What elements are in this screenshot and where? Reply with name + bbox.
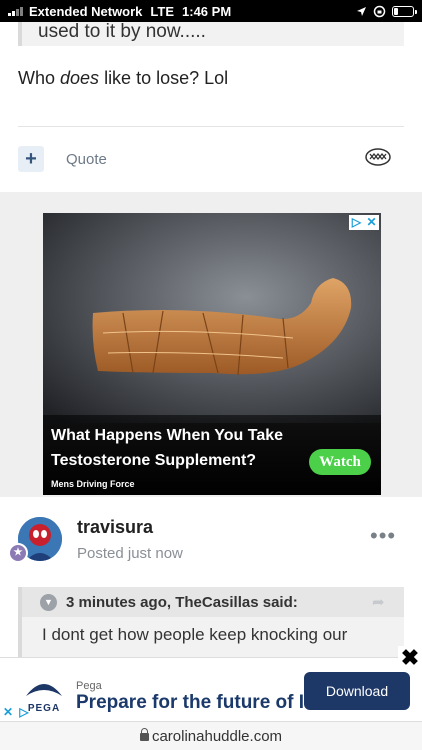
banner-ad-choices[interactable]: ✕ ▷: [0, 704, 32, 720]
post-text-emphasis: does: [60, 68, 100, 88]
network-type: LTE: [150, 3, 175, 19]
share-arrow-icon[interactable]: ➦: [372, 593, 385, 611]
location-arrow-icon: [357, 6, 366, 16]
banner-headline: Prepare for the future of IT: [76, 692, 316, 713]
multiquote-add-button[interactable]: +: [18, 146, 44, 172]
carrier-name: Extended Network: [29, 3, 143, 19]
quote-snippet: used to it by now.....: [18, 22, 404, 46]
close-icon[interactable]: ✕: [364, 215, 379, 230]
username[interactable]: travisura: [77, 517, 153, 538]
ad-choices[interactable]: ▷ ✕: [349, 215, 379, 230]
quote-button[interactable]: Quote: [66, 151, 107, 168]
rank-badge: ★: [8, 543, 28, 563]
quote-attribution: 3 minutes ago, TheCasillas said:: [66, 594, 298, 611]
lock-icon: [139, 728, 149, 741]
quote-block: ▼ 3 minutes ago, TheCasillas said: ➦ I d…: [18, 587, 404, 657]
reply-post: ★ travisura Posted just now ••• ▼ 3 minu…: [0, 497, 422, 657]
adchoices-icon[interactable]: ▷: [349, 215, 364, 230]
quote-text: I dont get how people keep knocking our: [42, 625, 348, 644]
close-banner-icon[interactable]: ✖: [398, 646, 422, 670]
sponsored-ad[interactable]: ▷ ✕ What Happens When You Take Testoster…: [43, 213, 381, 495]
post-body: Who does like to lose? Lol: [18, 68, 228, 89]
quote-header: ▼ 3 minutes ago, TheCasillas said: ➦: [22, 587, 404, 617]
post-text-start: Who: [18, 68, 61, 88]
status-bar: Extended Network LTE 1:46 PM: [0, 0, 422, 22]
url-text: carolinahuddle.com: [151, 728, 283, 745]
ad-caption: What Happens When You Take Testosterone …: [43, 415, 381, 495]
screen-lock-icon: [373, 5, 386, 17]
previous-post: used to it by now..... Who does like to …: [0, 22, 422, 192]
ad-headline: What Happens When You Take Testosterone …: [51, 427, 284, 469]
signal-strength-icon: [8, 6, 23, 16]
post-divider: [18, 126, 404, 127]
post-text-end: like to lose? Lol: [99, 68, 229, 88]
ad-image: [43, 213, 381, 423]
close-icon[interactable]: ✕: [0, 704, 16, 720]
reaction-icon[interactable]: [364, 146, 392, 168]
chevron-down-icon[interactable]: ▼: [40, 594, 57, 611]
ad-sponsor: Mens Driving Force: [51, 479, 135, 489]
adchoices-icon[interactable]: ▷: [16, 704, 32, 720]
battery-icon: [392, 5, 417, 17]
banner-ad[interactable]: PEGA Pega Prepare for the future of IT D…: [0, 657, 422, 721]
url-bar[interactable]: carolinahuddle.com: [0, 721, 422, 750]
banner-brand: Pega: [76, 680, 102, 692]
watch-button[interactable]: Watch: [309, 449, 371, 475]
clock: 1:46 PM: [182, 3, 232, 19]
download-button[interactable]: Download: [304, 672, 410, 710]
more-options-button[interactable]: •••: [370, 525, 396, 547]
post-timestamp: Posted just now: [77, 545, 183, 562]
